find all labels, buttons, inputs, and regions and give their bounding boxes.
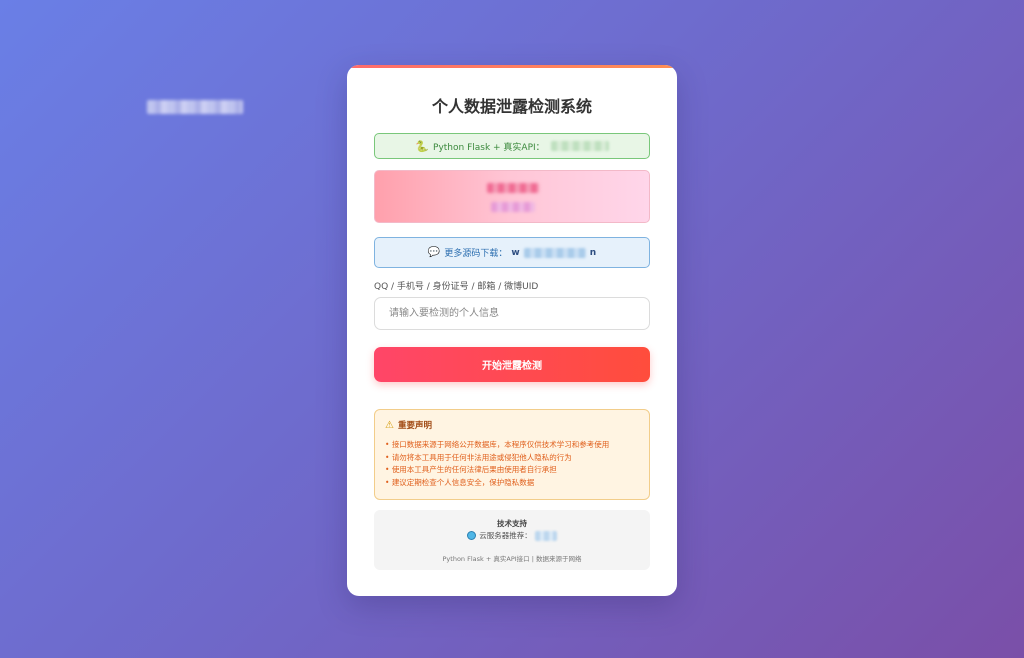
page-title: 个人数据泄露检测系统 bbox=[431, 97, 592, 116]
download-url-suffix: n bbox=[589, 247, 597, 258]
notice-title: 重要声明 bbox=[397, 421, 432, 431]
input-label: QQ / 手机号 / 身份证号 / 邮箱 / 微博UID bbox=[374, 282, 539, 292]
notice-item: 建议定期检查个人信息安全，保护隐私数据 bbox=[385, 477, 639, 490]
notice-item: 请勿将本工具用于任何非法用途或侵犯他人隐私的行为 bbox=[385, 452, 639, 465]
notice-item: 接口数据来源于网络公开数据库，本程序仅供技术学习和参考使用 bbox=[385, 439, 639, 452]
snake-icon: 🐍 bbox=[415, 139, 430, 153]
blurred-promo-line-1 bbox=[487, 183, 539, 193]
blurred-server-link[interactable] bbox=[534, 530, 557, 541]
personal-info-input[interactable] bbox=[374, 297, 650, 330]
download-url-prefix: w bbox=[511, 247, 520, 258]
tech-stack-banner: 🐍 Python Flask + 真实API： bbox=[374, 133, 650, 159]
start-check-button[interactable]: 开始泄露检测 bbox=[374, 347, 650, 382]
globe-icon bbox=[467, 531, 477, 540]
tech-stack-text: Python Flask + 真实API： bbox=[433, 142, 545, 153]
promo-banner bbox=[374, 170, 650, 223]
card-accent-bar bbox=[347, 65, 677, 68]
important-notice: ⚠ 重要声明 接口数据来源于网络公开数据库，本程序仅供技术学习和参考使用 请勿将… bbox=[374, 409, 650, 500]
source-download-banner[interactable]: 💬 更多源码下载： w n bbox=[374, 237, 650, 268]
tech-support-section: 技术支持 云服务器推荐： Python Flask + 真实API接口 | 数据… bbox=[374, 510, 650, 570]
blurred-download-url bbox=[523, 247, 586, 258]
server-recommendation: 云服务器推荐： bbox=[374, 530, 650, 541]
notice-header: ⚠ 重要声明 bbox=[385, 419, 639, 432]
notice-item: 使用本工具产生的任何法律后果由使用者自行承担 bbox=[385, 464, 639, 477]
download-label: 更多源码下载： bbox=[444, 249, 508, 259]
blurred-api-url bbox=[550, 141, 609, 151]
chat-bubble-icon: 💬 bbox=[427, 247, 441, 258]
support-title: 技术支持 bbox=[497, 519, 527, 528]
blurred-promo-line-2 bbox=[491, 202, 535, 212]
notice-list: 接口数据来源于网络公开数据库，本程序仅供技术学习和参考使用 请勿将本工具用于任何… bbox=[385, 439, 639, 489]
support-footer: Python Flask + 真实API接口 | 数据来源于网络 bbox=[442, 555, 582, 563]
blurred-corner-text bbox=[147, 100, 243, 114]
server-label: 云服务器推荐： bbox=[479, 531, 532, 540]
warning-icon: ⚠ bbox=[385, 419, 394, 431]
detection-card: 个人数据泄露检测系统 🐍 Python Flask + 真实API： 💬 更多源… bbox=[347, 65, 677, 596]
